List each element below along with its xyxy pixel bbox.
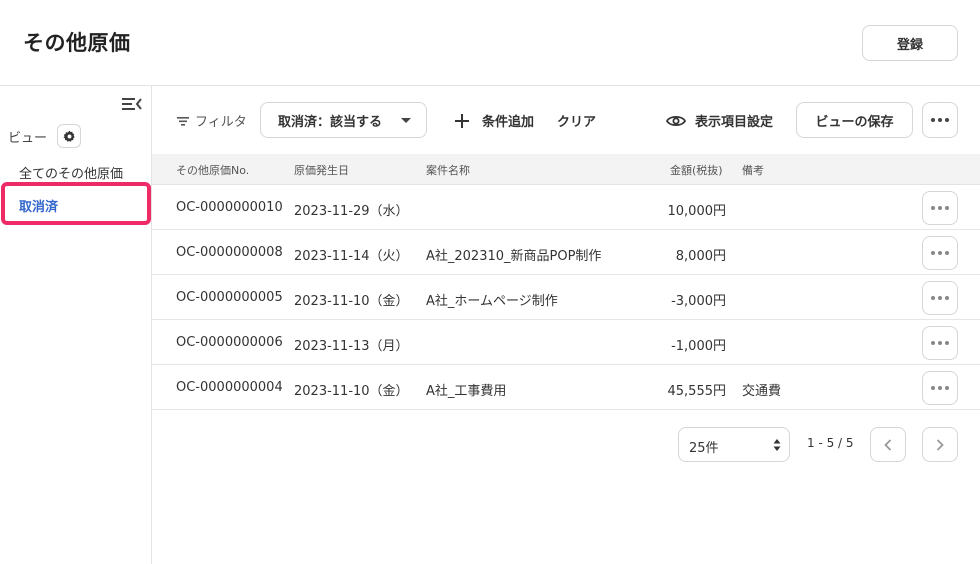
cell-date: 2023-11-13（月） xyxy=(294,339,409,354)
prev-page-button[interactable] xyxy=(870,427,906,462)
table-row[interactable]: OC-0000000004 2023-11-10（金） A社_工事費用 45,5… xyxy=(152,365,980,410)
cell-amount: 8,000円 xyxy=(675,249,726,264)
row-more-button[interactable] xyxy=(922,326,958,360)
cell-note: 交通費 xyxy=(742,384,782,399)
register-button[interactable]: 登録 xyxy=(862,25,958,61)
sidebar-item-all[interactable]: 全てのその他原価 xyxy=(19,163,123,182)
row-more-button[interactable] xyxy=(922,371,958,405)
column-settings-label: 表示項目設定 xyxy=(695,115,774,130)
column-header-no[interactable]: その他原価No. xyxy=(176,162,249,178)
save-view-button[interactable]: ビューの保存 xyxy=(796,102,913,138)
page-range: 1 - 5 / 5 xyxy=(807,436,854,450)
next-page-button[interactable] xyxy=(922,427,958,462)
clear-button[interactable]: クリア xyxy=(557,111,596,130)
row-more-button[interactable] xyxy=(922,236,958,270)
filter-icon xyxy=(177,116,189,126)
cell-project: A社_工事費用 xyxy=(426,384,507,399)
cell-amount: 10,000円 xyxy=(667,204,727,219)
view-label: ビュー xyxy=(8,131,48,146)
more-icon xyxy=(931,296,949,300)
cell-amount: 45,555円 xyxy=(667,384,727,399)
filter-button[interactable]: フィルタ xyxy=(176,111,247,130)
cell-date: 2023-11-10（金） xyxy=(294,384,409,399)
filter-chip-cancelled[interactable]: 取消済：該当する xyxy=(260,102,427,138)
sidebar: ビュー 全てのその他原価 取消済 xyxy=(0,86,152,564)
table-header: その他原価No. 原価発生日 案件名称 金額(税抜) 備考 xyxy=(152,154,980,185)
cell-project: A社_ホームページ制作 xyxy=(426,294,558,309)
gear-icon xyxy=(62,130,75,142)
filter-label: フィルタ xyxy=(195,115,247,130)
cell-no: OC-0000000006 xyxy=(176,335,283,350)
table-row[interactable]: OC-0000000008 2023-11-14（火） A社_202310_新商… xyxy=(152,230,980,275)
table-row[interactable]: OC-0000000010 2023-11-29（水） 10,000円 xyxy=(152,185,980,230)
cell-no: OC-0000000010 xyxy=(176,200,283,215)
row-more-button[interactable] xyxy=(922,281,958,315)
view-settings-button[interactable] xyxy=(57,124,81,148)
eye-icon xyxy=(666,115,686,126)
cell-date: 2023-11-10（金） xyxy=(294,294,409,309)
chevron-right-icon xyxy=(936,438,944,451)
cell-amount: -3,000円 xyxy=(671,294,726,309)
chevron-left-icon xyxy=(884,438,892,451)
more-icon xyxy=(931,251,949,255)
more-icon xyxy=(931,118,949,122)
page-header: その他原価 登録 xyxy=(0,0,980,86)
cell-no: OC-0000000008 xyxy=(176,245,283,260)
row-more-button[interactable] xyxy=(922,191,958,225)
collapse-sidebar-icon[interactable] xyxy=(121,96,143,112)
add-condition-button[interactable]: 条件追加 xyxy=(455,111,534,130)
page-size-select[interactable]: 25件 xyxy=(678,427,790,462)
table-row[interactable]: OC-0000000006 2023-11-13（月） -1,000円 xyxy=(152,320,980,365)
cell-no: OC-0000000004 xyxy=(176,380,283,395)
sidebar-item-cancelled[interactable]: 取消済 xyxy=(19,196,58,215)
select-arrows-icon xyxy=(773,439,781,451)
cell-no: OC-0000000005 xyxy=(176,290,283,305)
cell-date: 2023-11-29（水） xyxy=(294,204,409,219)
more-icon xyxy=(931,206,949,210)
column-header-project[interactable]: 案件名称 xyxy=(426,162,470,178)
cell-date: 2023-11-14（火） xyxy=(294,249,409,264)
column-header-date[interactable]: 原価発生日 xyxy=(294,162,349,178)
more-icon xyxy=(931,341,949,345)
add-condition-label: 条件追加 xyxy=(482,115,535,130)
more-icon xyxy=(931,386,949,390)
more-options-button[interactable] xyxy=(922,102,958,138)
cell-project: A社_202310_新商品POP制作 xyxy=(426,249,602,264)
plus-icon xyxy=(455,113,469,128)
caret-down-icon xyxy=(401,118,411,123)
column-header-amount[interactable]: 金額(税抜) xyxy=(670,162,723,178)
cell-amount: -1,000円 xyxy=(671,339,726,354)
table-row[interactable]: OC-0000000005 2023-11-10（金） A社_ホームページ制作 … xyxy=(152,275,980,320)
column-header-note[interactable]: 備考 xyxy=(742,162,764,178)
page-title: その他原価 xyxy=(23,31,131,55)
page-size-value: 25件 xyxy=(689,441,719,456)
column-settings-button[interactable]: 表示項目設定 xyxy=(666,111,773,130)
filter-chip-label: 取消済：該当する xyxy=(278,114,383,130)
